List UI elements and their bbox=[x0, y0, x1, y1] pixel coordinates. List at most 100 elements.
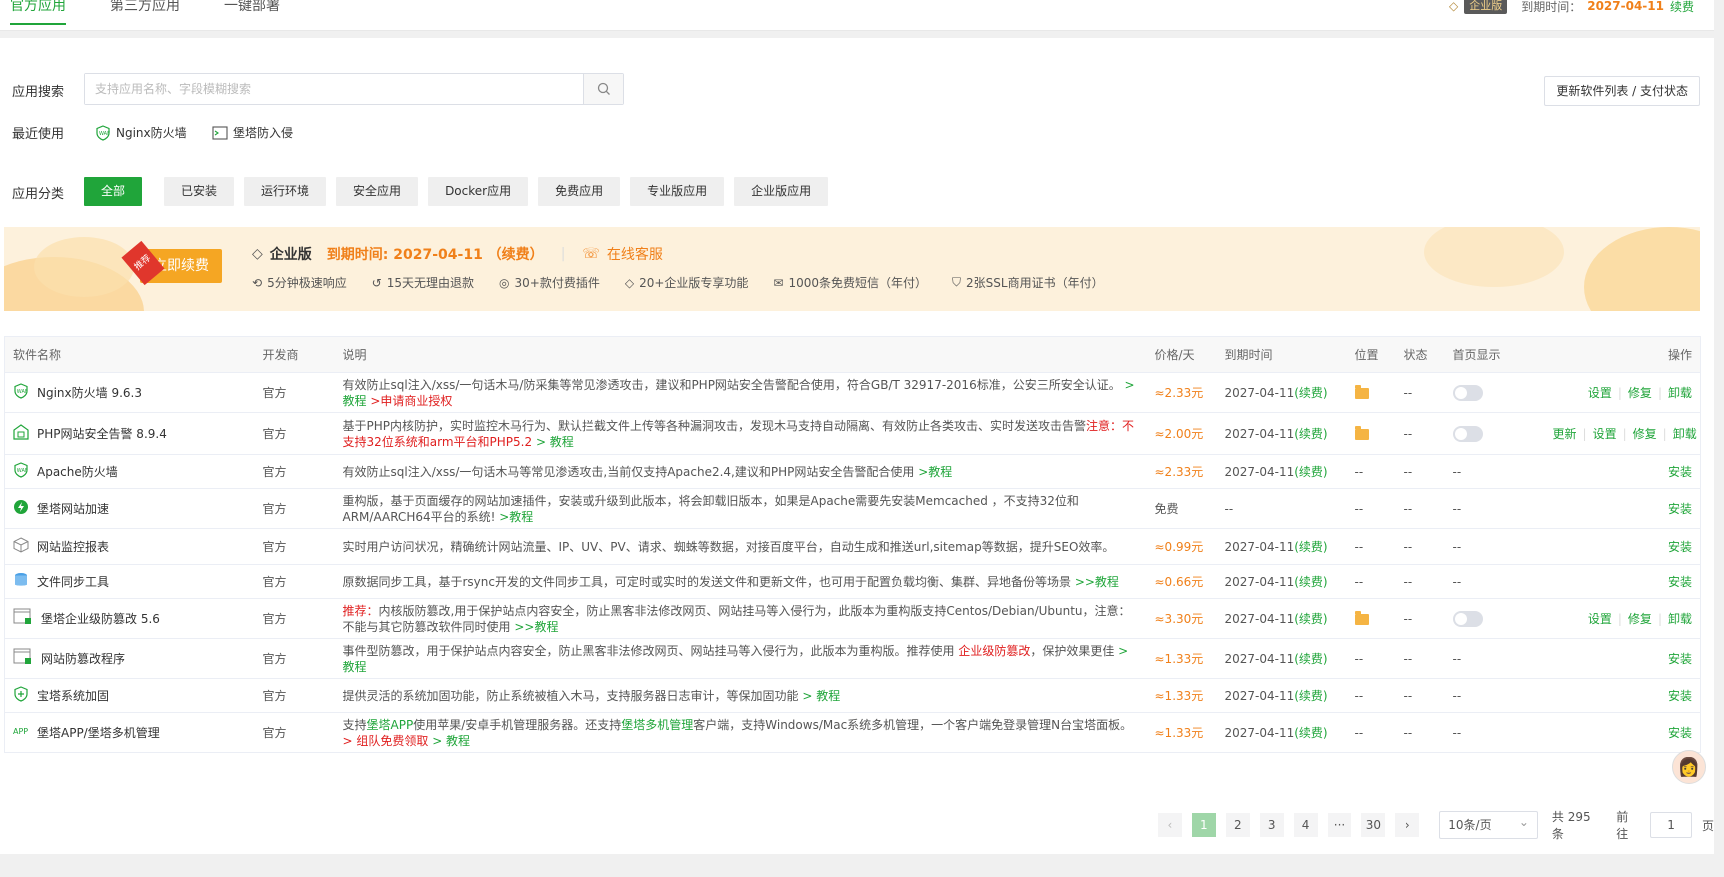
link-app[interactable]: 堡塔APP bbox=[367, 718, 414, 732]
renew-link[interactable]: (续费) bbox=[1294, 465, 1327, 479]
action-2[interactable]: 卸载 bbox=[1668, 386, 1692, 400]
tutorial-link[interactable]: >教程 bbox=[914, 465, 952, 479]
expire-cell: 2027-04-11(续费) bbox=[1216, 372, 1347, 413]
link-enterprise-tamper[interactable]: 企业级防篡改 bbox=[958, 644, 1030, 658]
page-ellipsis[interactable]: ··· bbox=[1327, 813, 1352, 837]
action-1[interactable]: 修复 bbox=[1628, 386, 1652, 400]
page-2[interactable]: 2 bbox=[1225, 813, 1250, 837]
search-input[interactable] bbox=[85, 74, 583, 104]
action-0[interactable]: 安装 bbox=[1668, 465, 1692, 479]
recent-item-intrusion-defense[interactable]: 堡塔防入侵 bbox=[212, 124, 293, 141]
action-3[interactable]: 卸载 bbox=[1673, 427, 1697, 441]
app-name[interactable]: 文件同步工具 bbox=[37, 574, 109, 590]
category-pro[interactable]: 专业版应用 bbox=[630, 177, 725, 206]
page-4[interactable]: 4 bbox=[1293, 813, 1318, 837]
home-display-toggle[interactable] bbox=[1452, 425, 1483, 442]
next-page-button[interactable]: › bbox=[1395, 813, 1420, 837]
renew-link[interactable]: (续费) bbox=[1294, 540, 1327, 554]
app-name[interactable]: 堡塔企业级防篡改 5.6 bbox=[41, 611, 160, 627]
scrollbar[interactable] bbox=[1714, 40, 1724, 760]
total-count: 共 295 条 bbox=[1551, 810, 1591, 841]
folder-icon[interactable] bbox=[1354, 384, 1369, 399]
folder-icon[interactable] bbox=[1354, 610, 1369, 625]
commercial-license-link[interactable]: >申请商业授权 bbox=[370, 394, 452, 408]
price-cell: ≈1.33元 bbox=[1146, 638, 1217, 679]
category-docker[interactable]: Docker应用 bbox=[428, 177, 529, 206]
renew-link[interactable]: (续费) bbox=[1294, 386, 1327, 400]
action-0[interactable]: 设置 bbox=[1588, 612, 1612, 626]
page-1[interactable]: 1 bbox=[1191, 813, 1216, 837]
app-name[interactable]: 堡塔APP/堡塔多机管理 bbox=[37, 725, 160, 741]
decor-blob bbox=[34, 237, 134, 297]
renew-link[interactable]: (续费) bbox=[1294, 689, 1327, 703]
update-software-list-button[interactable]: 更新软件列表 / 支付状态 bbox=[1544, 76, 1700, 106]
desc-text: 原数据同步工具，基于rsync开发的文件同步工具，可定时或实时的发送文件和更新文… bbox=[342, 574, 1072, 589]
category-free[interactable]: 免费应用 bbox=[538, 177, 621, 206]
tutorial-link[interactable]: >教程 bbox=[495, 510, 533, 524]
home-display-cell: -- bbox=[1444, 528, 1545, 565]
online-service-link[interactable]: 在线客服 bbox=[607, 244, 663, 264]
action-0[interactable]: 安装 bbox=[1668, 540, 1692, 554]
tutorial-link[interactable]: >>教程 bbox=[1071, 575, 1119, 589]
category-security[interactable]: 安全应用 bbox=[336, 177, 419, 206]
app-name[interactable]: 宝塔系统加固 bbox=[37, 688, 109, 704]
category-installed[interactable]: 已安装 bbox=[164, 177, 235, 206]
tutorial-link[interactable]: >>教程 bbox=[511, 620, 558, 634]
tutorial-link[interactable]: > 教程 bbox=[799, 689, 840, 703]
team-free-link[interactable]: > 组队免费领取 bbox=[343, 734, 429, 748]
page-3[interactable]: 3 bbox=[1259, 813, 1284, 837]
home-display-toggle[interactable] bbox=[1452, 610, 1483, 627]
folder-icon[interactable] bbox=[1354, 425, 1369, 440]
table-row: APP 堡塔APP/堡塔多机管理 官方 支持堡塔APP使用苹果/安卓手机管理服务器… bbox=[4, 712, 1701, 753]
renew-link[interactable]: (续费) bbox=[1294, 612, 1327, 626]
renew-now-button[interactable]: 推荐 立即续费 bbox=[121, 240, 222, 286]
expire-date: 2027-04-11 bbox=[1587, 0, 1664, 13]
recent-item-nginx-waf[interactable]: WAF Nginx防火墙 bbox=[95, 124, 187, 141]
recent-label: 最近使用 bbox=[12, 127, 65, 142]
renew-link[interactable]: 续费 bbox=[1670, 0, 1694, 15]
search-button[interactable] bbox=[583, 74, 623, 104]
renew-link[interactable]: (续费) bbox=[1294, 427, 1327, 441]
position-empty: -- bbox=[1354, 539, 1364, 554]
action-0[interactable]: 安装 bbox=[1668, 726, 1692, 740]
tab-third-party-apps[interactable]: 第三方应用 bbox=[110, 0, 180, 31]
expire-cell: -- bbox=[1216, 488, 1347, 529]
action-0[interactable]: 更新 bbox=[1553, 427, 1577, 441]
tab-official-apps[interactable]: 官方应用 bbox=[10, 0, 66, 31]
app-name-cell: 文件同步工具 bbox=[4, 564, 255, 599]
app-name[interactable]: 堡塔网站加速 bbox=[37, 501, 109, 517]
action-1[interactable]: 设置 bbox=[1593, 427, 1617, 441]
renew-link[interactable]: (续费) bbox=[1294, 726, 1327, 740]
action-0[interactable]: 设置 bbox=[1588, 386, 1612, 400]
action-0[interactable]: 安装 bbox=[1668, 502, 1692, 516]
app-name[interactable]: PHP网站安全告警 8.9.4 bbox=[37, 426, 167, 442]
goto-page-input[interactable]: 1 bbox=[1650, 812, 1692, 838]
renew-link[interactable]: (续费) bbox=[1294, 652, 1327, 666]
page-30[interactable]: 30 bbox=[1361, 813, 1386, 837]
category-all[interactable]: 全部 bbox=[84, 177, 143, 206]
app-name[interactable]: 网站监控报表 bbox=[37, 539, 109, 555]
action-0[interactable]: 安装 bbox=[1668, 689, 1692, 703]
action-2[interactable]: 修复 bbox=[1633, 427, 1657, 441]
diamond-icon: ◇ bbox=[624, 275, 635, 290]
tutorial-link[interactable]: > 教程 bbox=[428, 734, 470, 748]
support-avatar[interactable]: 👩 bbox=[1672, 750, 1706, 784]
action-2[interactable]: 卸载 bbox=[1668, 612, 1692, 626]
home-display-empty: -- bbox=[1452, 688, 1462, 703]
action-0[interactable]: 安装 bbox=[1668, 575, 1692, 589]
page-size-select[interactable]: 10条/页 bbox=[1439, 809, 1538, 839]
home-display-toggle[interactable] bbox=[1452, 384, 1483, 401]
action-1[interactable]: 修复 bbox=[1628, 612, 1652, 626]
tutorial-link[interactable]: > 教程 bbox=[532, 435, 574, 449]
app-name[interactable]: Apache防火墙 bbox=[37, 464, 118, 480]
prev-page-button[interactable]: ‹ bbox=[1158, 813, 1182, 837]
tab-one-click-deploy[interactable]: 一键部署 bbox=[224, 0, 280, 31]
action-0[interactable]: 安装 bbox=[1668, 652, 1692, 666]
link-multi-manage[interactable]: 堡塔多机管理 bbox=[621, 718, 693, 732]
banner-expire[interactable]: 到期时间: 2027-04-11 （续费） bbox=[327, 244, 544, 264]
renew-link[interactable]: (续费) bbox=[1294, 575, 1327, 589]
category-runtime[interactable]: 运行环境 bbox=[244, 177, 327, 206]
category-enterprise[interactable]: 企业版应用 bbox=[734, 177, 829, 206]
app-name[interactable]: Nginx防火墙 9.6.3 bbox=[37, 385, 142, 401]
app-name[interactable]: 网站防篡改程序 bbox=[41, 651, 125, 667]
